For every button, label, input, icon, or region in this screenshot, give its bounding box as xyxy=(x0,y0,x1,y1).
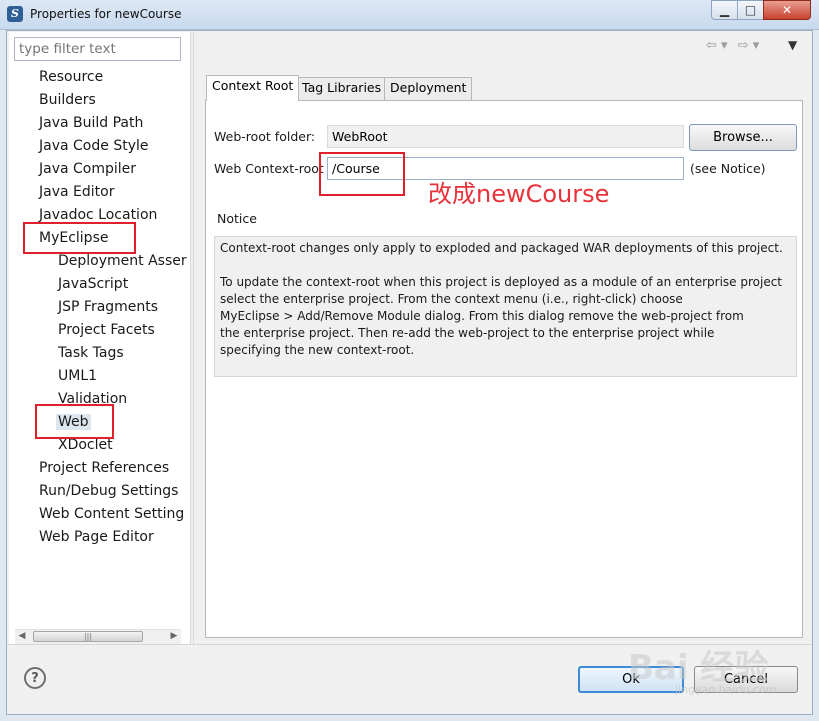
tab-context-root[interactable]: Context Root xyxy=(206,75,300,101)
tree-item-java-editor[interactable]: Java Editor xyxy=(39,184,114,200)
notice-text: Context-root changes only apply to explo… xyxy=(214,236,797,377)
webroot-field: WebRoot xyxy=(327,125,684,148)
browse-button[interactable]: Browse... xyxy=(689,124,797,151)
webroot-label: Web-root folder: xyxy=(214,129,316,144)
tab-tag-libraries[interactable]: Tag Libraries xyxy=(296,77,388,100)
tree-item-javascript[interactable]: JavaScript xyxy=(58,276,128,292)
see-notice-label: (see Notice) xyxy=(690,161,766,176)
back-arrow-icon[interactable]: ⇦ ▾ xyxy=(706,38,728,53)
tree-item-run-debug-settings[interactable]: Run/Debug Settings xyxy=(39,483,178,499)
annotation-box-web xyxy=(35,404,114,439)
tree-item-jsp-fragments[interactable]: JSP Fragments xyxy=(58,299,158,315)
maximize-button[interactable]: □ xyxy=(737,0,764,20)
tab-deployment[interactable]: Deployment xyxy=(384,77,473,100)
myeclipse-icon: S xyxy=(7,6,23,22)
tree-item-javadoc-location[interactable]: Javadoc Location xyxy=(39,207,157,223)
tree-item-builders[interactable]: Builders xyxy=(39,92,96,108)
help-icon[interactable]: ? xyxy=(24,667,46,689)
tree-item-web-content-settings[interactable]: Web Content Setting xyxy=(39,506,184,522)
tree-item-java-build-path[interactable]: Java Build Path xyxy=(39,115,143,131)
scroll-left-icon[interactable]: ◀ xyxy=(15,630,29,643)
scroll-right-icon[interactable]: ▶ xyxy=(167,630,181,643)
tree-item-java-code-style[interactable]: Java Code Style xyxy=(39,138,148,154)
tree-item-project-facets[interactable]: Project Facets xyxy=(58,322,155,338)
tree-item-resource[interactable]: Resource xyxy=(39,69,103,85)
tree-item-xdoclet[interactable]: XDoclet xyxy=(58,437,113,453)
scrollbar-thumb[interactable]: ||| xyxy=(33,631,143,642)
filter-input[interactable] xyxy=(14,37,181,61)
watermark: Bai 经验 xyxy=(628,648,769,688)
notice-label: Notice xyxy=(217,211,257,226)
tree-item-deployment-assembly[interactable]: Deployment Asser xyxy=(58,253,187,269)
tree-item-project-references[interactable]: Project References xyxy=(39,460,169,476)
annotation-box-myeclipse xyxy=(23,222,136,254)
tree-item-task-tags[interactable]: Task Tags xyxy=(58,345,124,361)
tree-item-uml1[interactable]: UML1 xyxy=(58,368,97,384)
annotation-box-context-root xyxy=(319,152,405,196)
minimize-button[interactable]: ▁ xyxy=(711,0,738,20)
window-title: Properties for newCourse xyxy=(30,7,182,21)
view-menu-icon[interactable]: ▼ xyxy=(788,38,797,52)
annotation-text: 改成newCourse xyxy=(428,180,610,208)
close-button[interactable]: ✕ xyxy=(763,0,811,20)
tree-item-web-page-editor[interactable]: Web Page Editor xyxy=(39,529,154,545)
watermark-subtext: jingyan.baidu.com xyxy=(675,683,777,696)
forward-arrow-icon[interactable]: ⇨ ▾ xyxy=(738,38,760,53)
context-root-label: Web Context-root xyxy=(214,161,324,176)
tree-item-java-compiler[interactable]: Java Compiler xyxy=(39,161,136,177)
